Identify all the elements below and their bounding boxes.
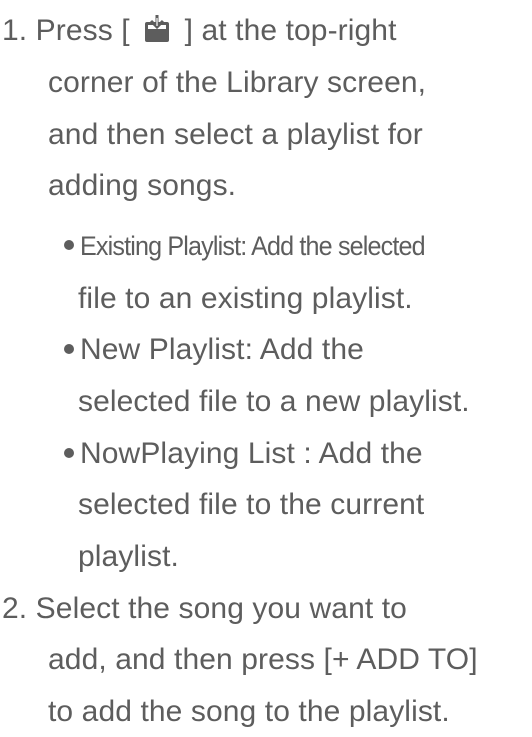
step-1-number: 1.	[2, 14, 28, 48]
bullet-2-line-1: New Playlist: Add the	[80, 333, 364, 367]
bullet-1-line-2: file to an existing playlist.	[78, 281, 413, 315]
step-2-line-2: add, and then press [+ ADD TO]	[48, 643, 478, 677]
bullet-dot	[64, 344, 74, 355]
step-1-line-2: corner of the Library screen,	[48, 65, 427, 99]
bullet-dot	[64, 447, 74, 458]
step-1-text-after-icon: ] at the top-right	[184, 14, 397, 48]
bullet-2-line-2: selected file to a new playlist.	[78, 385, 470, 419]
bullet-3-line-2: selected file to the current	[78, 488, 425, 522]
step-1-line-1: 1. Press [ ] at the top-right	[2, 13, 397, 49]
bullet-3-line-1: NowPlaying List : Add the	[80, 436, 423, 470]
bullet-dot	[64, 240, 74, 251]
step-1-line-4: adding songs.	[48, 169, 237, 203]
bullet-1-line-1: Existing Playlist: Add the selected	[80, 231, 426, 262]
step-1-line-3: and then select a playlist for	[48, 117, 423, 151]
step-2-text-1: Select the song you want to	[35, 591, 407, 625]
step-1-text-before-icon: Press [	[35, 14, 130, 48]
instruction-document: 1. Press [ ] at the top-right corner of …	[0, 0, 532, 737]
step-2-number: 2.	[2, 591, 28, 625]
step-2-line-1: 2. Select the song you want to	[2, 591, 407, 627]
step-2-line-3: to add the song to the playlist.	[48, 695, 450, 728]
bullet-3-line-3: playlist.	[78, 540, 179, 574]
save-to-playlist-icon	[144, 15, 170, 43]
